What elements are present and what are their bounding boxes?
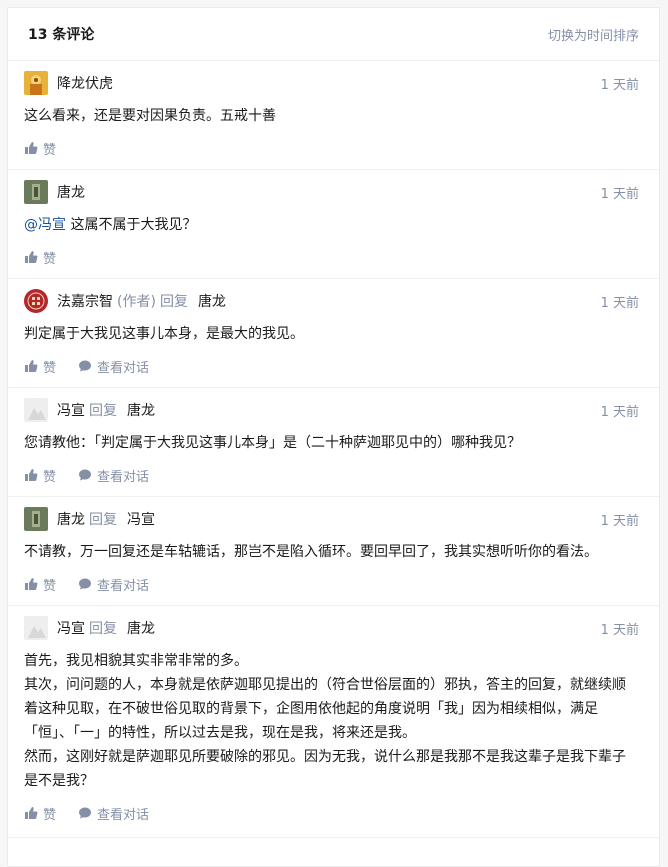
comment-body: 您请教他：「判定属于大我见这事儿本身」是（二十种萨迦耶见中的）哪种我见？ [24, 435, 521, 451]
sort-toggle-button[interactable]: 切换为时间排序 [548, 25, 639, 44]
thumbs-up-icon [25, 142, 38, 154]
author-name[interactable]: 唐龙 [57, 182, 85, 202]
reply-target-name[interactable]: 唐龙 [127, 400, 155, 420]
avatar[interactable] [24, 398, 48, 422]
avatar[interactable] [24, 180, 48, 204]
mention-link[interactable]: @冯宣 [24, 217, 66, 233]
avatar[interactable] [24, 289, 48, 313]
view-thread-button[interactable]: 查看对话 [78, 575, 149, 594]
view-thread-button[interactable]: 查看对话 [78, 466, 149, 485]
author-tag: (作者) [117, 294, 156, 310]
view-thread-label: 查看对话 [97, 578, 150, 594]
timestamp: 1 天前 [600, 77, 639, 93]
like-label: 赞 [43, 469, 57, 485]
timestamp: 1 天前 [600, 404, 639, 420]
comment-item: 唐龙 回复 冯宣 1 天前 不请教，万一回复还是车轱辘话，那岂不是陷入循环。要回… [8, 497, 659, 606]
like-button[interactable]: 赞 [24, 804, 56, 823]
timestamp: 1 天前 [600, 186, 639, 202]
thumbs-up-icon [25, 578, 38, 590]
like-button[interactable]: 赞 [24, 357, 56, 376]
reply-label: 回复 [89, 403, 117, 419]
reply-target-name[interactable]: 唐龙 [198, 291, 226, 311]
comment-item: 冯宣 回复 唐龙 1 天前 您请教他：「判定属于大我见这事儿本身」是（二十种萨迦… [8, 388, 659, 497]
comment-paragraph: 首先，我见相貌其实非常非常的多。 [24, 653, 248, 669]
timestamp: 1 天前 [600, 295, 639, 311]
thumbs-up-icon [25, 251, 38, 263]
like-label: 赞 [43, 251, 57, 267]
thumbs-up-icon [25, 360, 38, 372]
comment-body: 判定属于大我见这事儿本身，是最大的我见。 [24, 326, 304, 342]
chat-bubble-icon [79, 578, 92, 590]
chat-bubble-icon [79, 360, 92, 372]
author-name[interactable]: 唐龙 [57, 509, 85, 529]
like-label: 赞 [43, 578, 57, 594]
like-label: 赞 [43, 142, 57, 158]
like-button[interactable]: 赞 [24, 139, 56, 158]
chat-bubble-icon [79, 469, 92, 481]
comment-body: 首先，我见相貌其实非常非常的多。 其次，问问题的人，本身就是依萨迦耶见提出的（符… [24, 649, 639, 793]
comment-item: 法嘉宗智 (作者) 回复 唐龙 1 天前 判定属于大我见这事儿本身，是最大的我见… [8, 279, 659, 388]
reply-target-name[interactable]: 冯宣 [127, 509, 155, 529]
comments-header: 13 条评论 切换为时间排序 [8, 8, 659, 61]
chat-bubble-icon [79, 807, 92, 819]
like-button[interactable]: 赞 [24, 466, 56, 485]
like-button[interactable]: 赞 [24, 575, 56, 594]
avatar[interactable] [24, 616, 48, 640]
comment-paragraph: 其次，问问题的人，本身就是依萨迦耶见提出的（符合世俗层面的）邪执，答主的回复，就… [24, 677, 626, 741]
comment-count: 13 条评论 [28, 27, 95, 43]
like-label: 赞 [43, 807, 57, 823]
avatar[interactable] [24, 507, 48, 531]
comments-panel: 13 条评论 切换为时间排序 降龙伏虎 1 天前 这么看来，还是要对因果负责。五… [7, 7, 660, 867]
reply-label: 回复 [159, 294, 188, 310]
view-thread-label: 查看对话 [97, 360, 150, 376]
avatar[interactable] [24, 71, 48, 95]
author-name[interactable]: 法嘉宗智 [57, 291, 113, 311]
view-thread-button[interactable]: 查看对话 [78, 357, 149, 376]
comment-body: 这么看来，还是要对因果负责。五戒十善 [24, 108, 276, 124]
thumbs-up-icon [25, 469, 38, 481]
timestamp: 1 天前 [600, 622, 639, 638]
comment-paragraph: 然而，这刚好就是萨迦耶见所要破除的邪见。因为无我，说什么那是我那不是我这辈子是我… [24, 749, 626, 789]
comment-item: 冯宣 回复 唐龙 1 天前 首先，我见相貌其实非常非常的多。 其次，问问题的人，… [8, 606, 659, 838]
author-name[interactable]: 冯宣 [57, 618, 85, 638]
comment-body: 不请教，万一回复还是车轱辘话，那岂不是陷入循环。要回早回了，我其实想听听你的看法… [24, 544, 598, 560]
like-label: 赞 [43, 360, 57, 376]
author-name[interactable]: 冯宣 [57, 400, 85, 420]
reply-target-name[interactable]: 唐龙 [127, 618, 155, 638]
reply-label: 回复 [89, 512, 117, 528]
comment-body: @冯宣 这属不属于大我见？ [24, 217, 197, 233]
comment-item: 唐龙 1 天前 @冯宣 这属不属于大我见？ 赞 [8, 170, 659, 279]
view-thread-label: 查看对话 [97, 469, 150, 485]
timestamp: 1 天前 [600, 513, 639, 529]
comment-item: 降龙伏虎 1 天前 这么看来，还是要对因果负责。五戒十善 赞 [8, 61, 659, 170]
reply-label: 回复 [89, 621, 117, 637]
thumbs-up-icon [25, 807, 38, 819]
author-name[interactable]: 降龙伏虎 [57, 73, 113, 93]
view-thread-label: 查看对话 [97, 807, 150, 823]
like-button[interactable]: 赞 [24, 248, 56, 267]
view-thread-button[interactable]: 查看对话 [78, 804, 149, 823]
